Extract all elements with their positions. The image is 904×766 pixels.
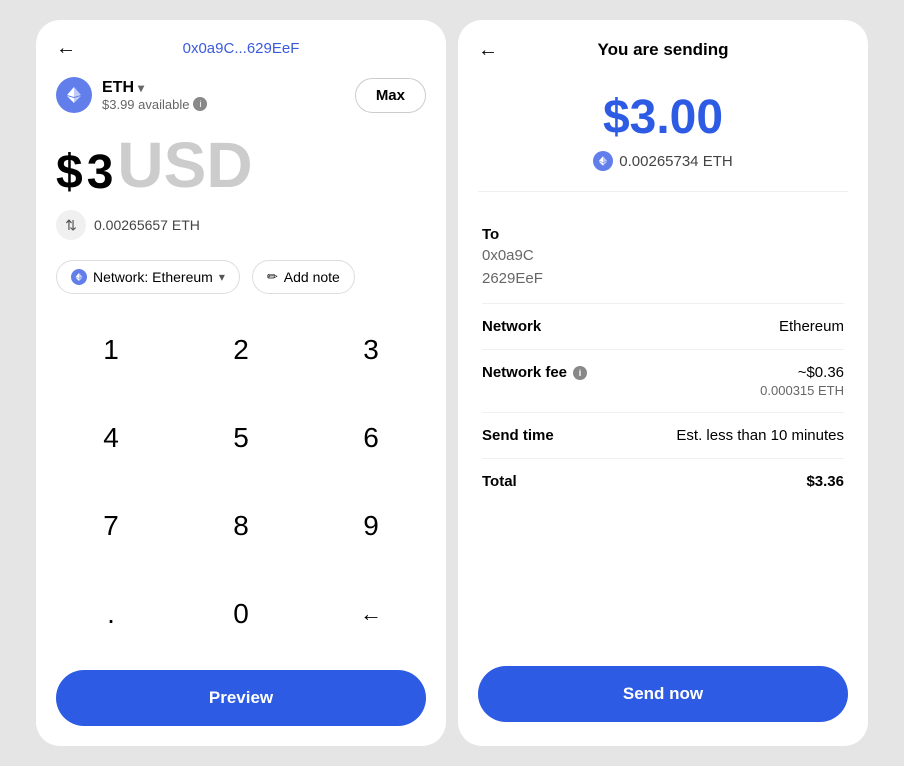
to-label: To — [482, 226, 543, 243]
available-balance: $3.99 available i — [102, 97, 207, 112]
add-note-label: Add note — [284, 269, 340, 285]
network-detail-value: Ethereum — [779, 318, 844, 335]
send-time-label: Send time — [482, 427, 554, 444]
numpad-key-3[interactable]: 3 — [306, 306, 436, 394]
preview-button[interactable]: Preview — [56, 670, 426, 726]
numpad: 1 2 3 4 5 6 7 8 9 . 0 ← — [36, 306, 446, 658]
sending-usd-amount: $3.00 — [603, 90, 723, 145]
numpad-key-1[interactable]: 1 — [46, 306, 176, 394]
token-selector[interactable]: ETH ▾ — [102, 79, 207, 97]
fee-info-icon[interactable]: i — [573, 366, 587, 380]
network-row: Network Ethereum — [482, 304, 844, 350]
sending-eth-icon — [593, 151, 613, 171]
sending-eth-amount: 0.00265734 ETH — [593, 151, 732, 171]
amount-number: 3 — [87, 149, 114, 197]
sending-amount-section: $3.00 0.00265734 ETH — [458, 70, 868, 181]
numpad-key-6[interactable]: 6 — [306, 394, 436, 482]
eth-equivalent-value: 0.00265657 ETH — [94, 217, 200, 233]
info-icon[interactable]: i — [193, 97, 207, 111]
sending-eth-value: 0.00265734 ETH — [619, 153, 732, 170]
send-time-value: Est. less than 10 minutes — [676, 427, 844, 444]
to-address-line1: 0x0a9C — [482, 245, 543, 266]
numpad-key-8[interactable]: 8 — [176, 482, 306, 570]
token-name-container: ETH ▾ $3.99 available i — [102, 79, 207, 112]
network-detail-label: Network — [482, 318, 541, 335]
swap-currency-button[interactable]: ⇅ — [56, 210, 86, 240]
numpad-key-9[interactable]: 9 — [306, 482, 436, 570]
amount-display: $ 3 USD — [36, 123, 446, 202]
max-button[interactable]: Max — [355, 78, 426, 113]
numpad-key-0[interactable]: 0 — [176, 570, 306, 658]
network-eth-icon — [71, 269, 87, 285]
numpad-key-5[interactable]: 5 — [176, 394, 306, 482]
network-chevron-icon: ▾ — [219, 270, 225, 284]
right-back-button[interactable]: ← — [478, 39, 498, 62]
currency-label: USD — [117, 133, 252, 197]
pencil-icon: ✏ — [267, 269, 278, 285]
total-value: $3.36 — [806, 473, 844, 490]
dollar-sign: $ — [56, 149, 83, 197]
fee-eth-value: 0.000315 ETH — [760, 383, 844, 398]
detail-section: To 0x0a9C 2629EeF Network Ethereum Netwo… — [458, 202, 868, 654]
total-row: Total $3.36 — [482, 459, 844, 504]
numpad-key-7[interactable]: 7 — [46, 482, 176, 570]
to-row: To 0x0a9C 2629EeF — [482, 212, 844, 304]
send-now-button[interactable]: Send now — [478, 666, 848, 722]
network-label: Network: Ethereum — [93, 269, 213, 285]
token-row: ETH ▾ $3.99 available i Max — [36, 67, 446, 123]
add-note-button[interactable]: ✏ Add note — [252, 260, 355, 294]
eth-equivalent-row: ⇅ 0.00265657 ETH — [36, 202, 446, 252]
token-symbol: ETH — [102, 79, 134, 97]
left-header: ← 0x0a9C...629EeF — [36, 20, 446, 67]
options-row: Network: Ethereum ▾ ✏ Add note — [36, 252, 446, 306]
right-panel: ← You are sending $3.00 0.00265734 ETH — [458, 20, 868, 746]
token-dropdown-icon: ▾ — [138, 81, 144, 95]
numpad-key-dot[interactable]: . — [46, 570, 176, 658]
numpad-key-4[interactable]: 4 — [46, 394, 176, 482]
fee-row: Network fee i ~$0.36 0.000315 ETH — [482, 350, 844, 413]
send-time-row: Send time Est. less than 10 minutes — [482, 413, 844, 459]
left-back-button[interactable]: ← — [56, 37, 76, 60]
page-title: You are sending — [598, 40, 729, 60]
fee-label: Network fee i — [482, 364, 587, 381]
divider — [478, 191, 848, 192]
to-address-line2: 2629EeF — [482, 268, 543, 289]
network-selector-button[interactable]: Network: Ethereum ▾ — [56, 260, 240, 294]
token-info: ETH ▾ $3.99 available i — [56, 77, 207, 113]
numpad-key-2[interactable]: 2 — [176, 306, 306, 394]
numpad-backspace-button[interactable]: ← — [306, 570, 436, 658]
right-header: ← You are sending — [458, 20, 868, 70]
wallet-address[interactable]: 0x0a9C...629EeF — [183, 40, 300, 57]
eth-logo-icon — [56, 77, 92, 113]
total-label: Total — [482, 473, 517, 490]
fee-value: ~$0.36 0.000315 ETH — [760, 364, 844, 398]
left-panel: ← 0x0a9C...629EeF ETH ▾ — [36, 20, 446, 746]
